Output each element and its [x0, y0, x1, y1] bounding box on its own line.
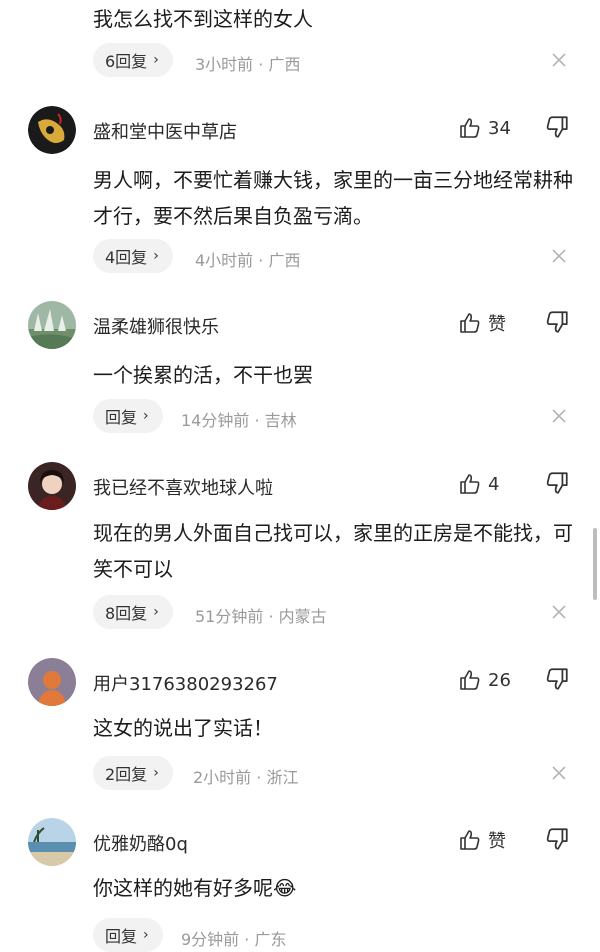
like-count: 赞	[488, 831, 506, 852]
username[interactable]: 用户3176380293267	[93, 670, 278, 696]
thumbs-up-icon	[460, 670, 480, 690]
reply-button[interactable]: 6回复 ›	[93, 43, 173, 77]
default-user-avatar[interactable]	[28, 658, 76, 706]
comment-text: 一个挨累的活，不干也罢	[93, 363, 313, 387]
comment-item: 我已经不喜欢地球人啦 4 现在的男人外面自己找可以，家里的正房是不能找，可笑不可…	[0, 462, 600, 638]
comment-meta: 51分钟前 · 内蒙古	[195, 607, 327, 626]
close-icon[interactable]	[550, 407, 568, 425]
close-icon[interactable]	[550, 603, 568, 621]
reply-label: 回复	[105, 408, 138, 427]
dislike-button[interactable]	[544, 826, 570, 852]
like-button[interactable]: 赞	[458, 825, 506, 855]
reply-label: 2回复	[105, 765, 148, 784]
thumbs-down-icon	[546, 472, 568, 494]
comment-meta: 14分钟前 · 吉林	[181, 411, 297, 430]
like-button[interactable]: 34	[458, 113, 511, 143]
dark-logo-avatar[interactable]	[28, 106, 76, 154]
like-button[interactable]: 赞	[458, 308, 506, 338]
comment-meta: 2小时前 · 浙江	[193, 768, 299, 787]
close-icon[interactable]	[550, 51, 568, 69]
scrollbar[interactable]	[593, 528, 597, 600]
comment-meta: 3小时前 · 广西	[195, 55, 301, 74]
thumbs-down-icon	[546, 116, 568, 138]
comment-item: 盛和堂中医中草店 34 男人啊，不要忙着赚大钱，家里的一亩三分地经常耕种才行，要…	[0, 106, 600, 282]
reply-button[interactable]: 4回复 ›	[93, 239, 173, 273]
thumbs-down-icon	[546, 828, 568, 850]
comment-item: 温柔雄狮很快乐 赞 一个挨累的活，不干也罢 回复 › 14分钟前 · 吉林	[0, 301, 600, 441]
thumbs-down-icon	[546, 311, 568, 333]
dislike-button[interactable]	[544, 309, 570, 335]
landscape-avatar[interactable]	[28, 301, 76, 349]
username[interactable]: 优雅奶酪0q	[93, 830, 188, 856]
reply-label: 4回复	[105, 248, 148, 267]
comment-fragment-top: 我怎么找不到这样的女人 6回复 › 3小时前 · 广西	[0, 0, 600, 108]
chevron-right-icon: ›	[153, 248, 159, 264]
reply-label: 6回复	[105, 52, 148, 71]
thumbs-down-icon	[546, 668, 568, 690]
thumbs-up-icon	[460, 474, 480, 494]
username[interactable]: 我已经不喜欢地球人啦	[93, 474, 273, 500]
username[interactable]: 盛和堂中医中草店	[93, 118, 237, 144]
comment-meta: 9分钟前 · 广东	[181, 930, 287, 949]
comment-item: 用户3176380293267 26 这女的说出了实话！ 2回复 › 2小时前 …	[0, 658, 600, 798]
reply-label: 8回复	[105, 604, 148, 623]
thumbs-up-icon	[460, 313, 480, 333]
reply-button[interactable]: 回复 ›	[93, 918, 163, 952]
dislike-button[interactable]	[544, 470, 570, 496]
comment-meta: 4小时前 · 广西	[195, 251, 301, 270]
chevron-right-icon: ›	[143, 408, 149, 424]
thumbs-up-icon	[460, 830, 480, 850]
like-count: 4	[488, 473, 500, 495]
like-count: 赞	[488, 314, 506, 335]
comment-text: 我怎么找不到这样的女人	[93, 7, 313, 31]
like-button[interactable]: 26	[458, 665, 511, 695]
chevron-right-icon: ›	[153, 604, 159, 620]
chevron-right-icon: ›	[143, 927, 149, 943]
dislike-button[interactable]	[544, 666, 570, 692]
chevron-right-icon: ›	[153, 765, 159, 781]
close-icon[interactable]	[550, 247, 568, 265]
comment-text: 你这样的她有好多呢	[93, 876, 273, 900]
like-button[interactable]: 4	[458, 469, 499, 499]
beach-avatar[interactable]	[28, 818, 76, 866]
comment-text: 现在的男人外面自己找可以，家里的正房是不能找，可笑不可以	[93, 521, 573, 581]
reply-button[interactable]: 2回复 ›	[93, 756, 173, 790]
thumbs-up-icon	[460, 118, 480, 138]
like-count: 26	[488, 669, 511, 691]
portrait-avatar[interactable]	[28, 462, 76, 510]
reply-label: 回复	[105, 927, 138, 946]
comment-text: 这女的说出了实话！	[93, 716, 273, 740]
reply-button[interactable]: 回复 ›	[93, 399, 163, 433]
dislike-button[interactable]	[544, 114, 570, 140]
laugh-emoji: 😂	[273, 876, 297, 900]
username[interactable]: 温柔雄狮很快乐	[93, 313, 219, 339]
reply-button[interactable]: 8回复 ›	[93, 595, 173, 629]
comment-body: 你这样的她有好多呢😂	[93, 870, 578, 906]
comment-text: 男人啊，不要忙着赚大钱，家里的一亩三分地经常耕种才行，要不然后果自负盈亏滴。	[93, 168, 573, 228]
chevron-right-icon: ›	[153, 52, 159, 68]
like-count: 34	[488, 117, 511, 139]
close-icon[interactable]	[550, 764, 568, 782]
comment-item: 优雅奶酪0q 赞 你这样的她有好多呢😂 回复 › 9分钟前 · 广东	[0, 818, 600, 952]
